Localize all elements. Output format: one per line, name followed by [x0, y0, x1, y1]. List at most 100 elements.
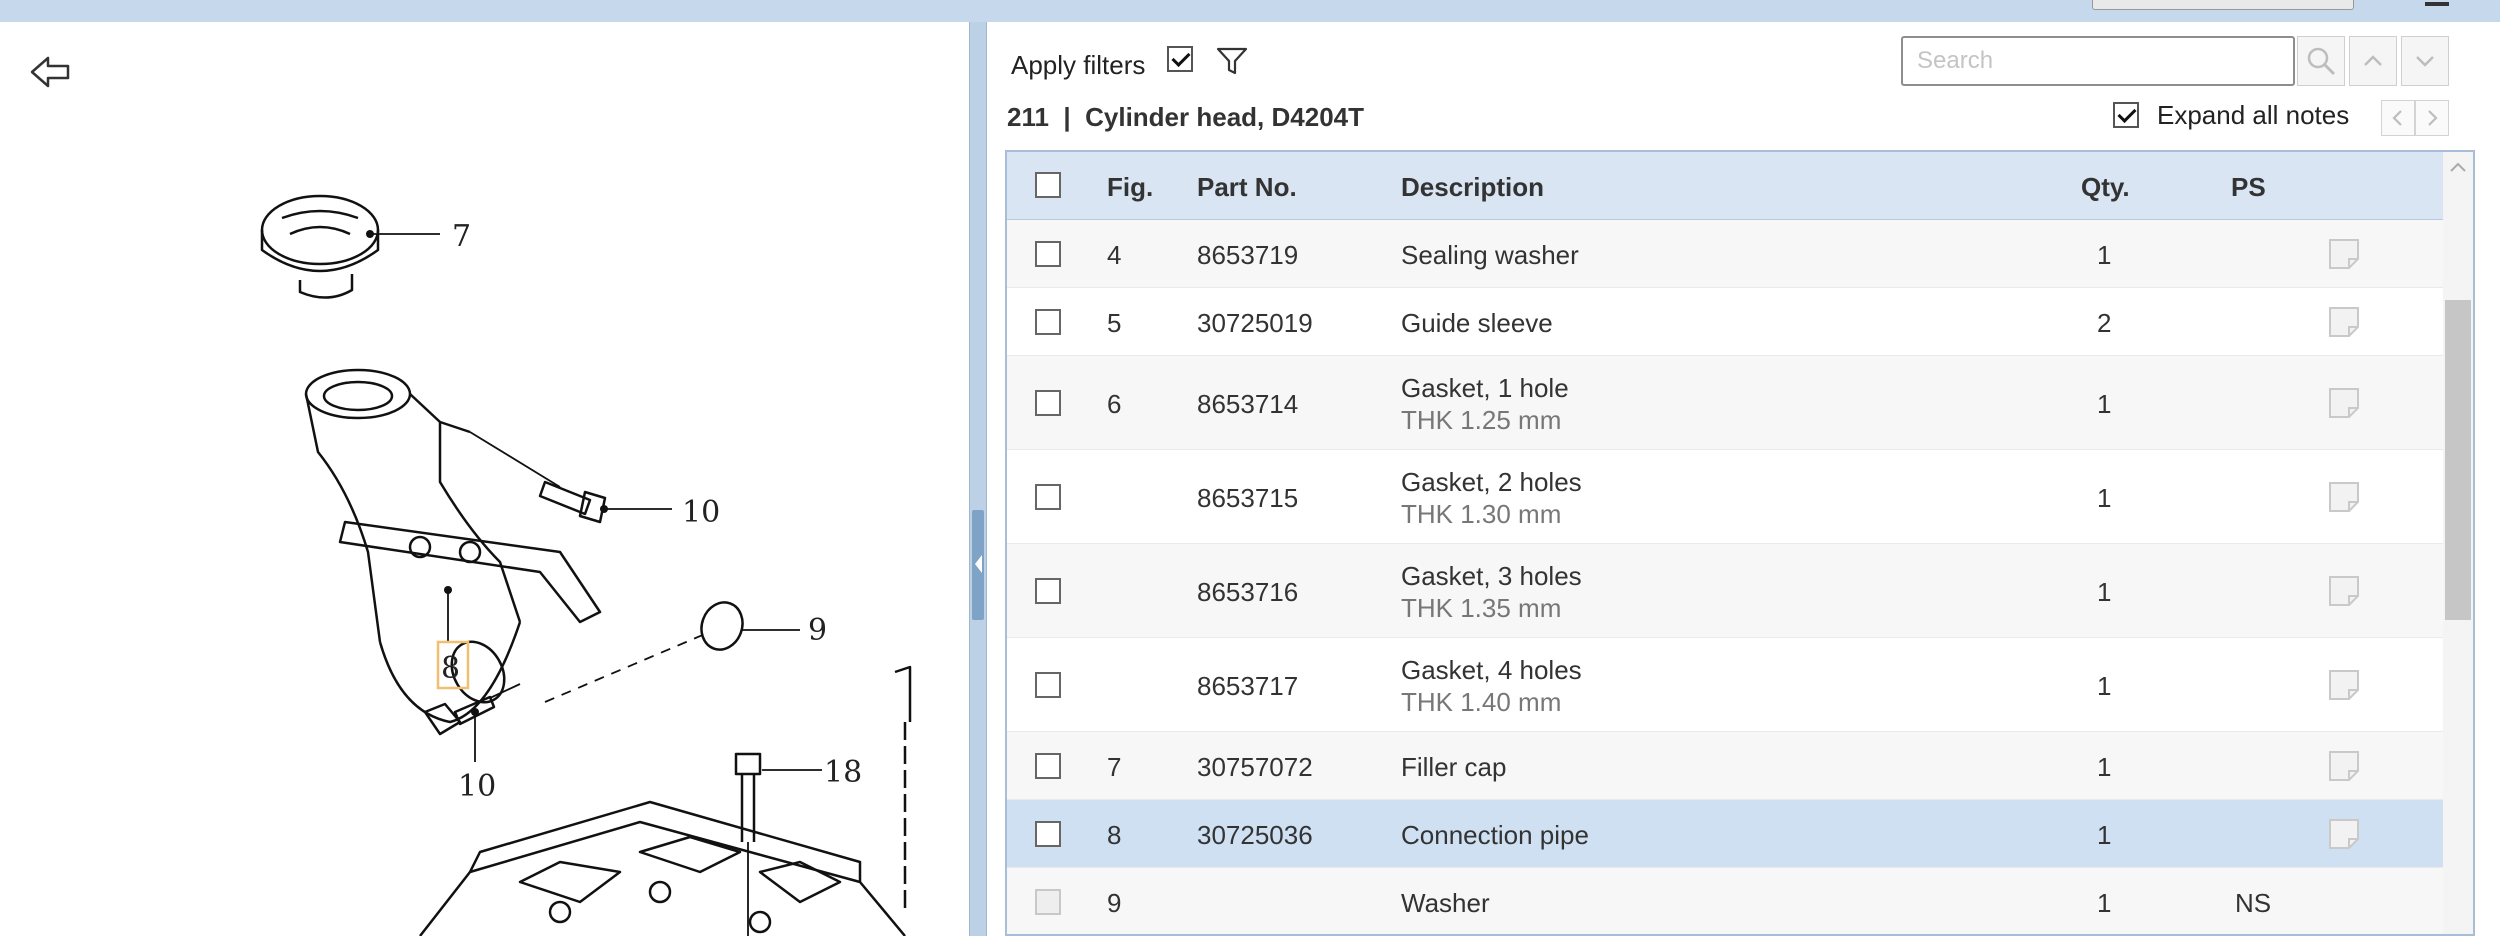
- chevron-left-icon: [2392, 110, 2402, 126]
- table-row[interactable]: 8 30725036 Connection pipe 1: [1007, 800, 2443, 868]
- table-row[interactable]: 8653717 Gasket, 4 holes THK 1.40 mm 1: [1007, 638, 2443, 732]
- cell-part-no: 30725019: [1197, 308, 1313, 338]
- previous-result-button[interactable]: [2349, 36, 2397, 86]
- diagram-pane: 7 10 9 8 10 18: [0, 22, 970, 936]
- cell-description-note: THK 1.35 mm: [1401, 593, 1562, 623]
- select-all-checkbox[interactable]: [1035, 172, 1061, 198]
- cell-qty: 1: [2097, 671, 2112, 701]
- search-button[interactable]: [2297, 36, 2345, 86]
- row-checkbox[interactable]: [1035, 821, 1061, 847]
- previous-note-button[interactable]: [2381, 100, 2415, 136]
- row-checkbox[interactable]: [1035, 241, 1061, 267]
- column-header-fig[interactable]: Fig.: [1107, 172, 1153, 203]
- collapse-left-icon[interactable]: [975, 555, 982, 573]
- row-checkbox[interactable]: [1035, 390, 1061, 416]
- callout-label: 7: [452, 219, 471, 254]
- cell-qty: 1: [2097, 577, 2112, 607]
- cell-description: Sealing washer: [1401, 240, 1579, 270]
- bolt-drawing-upper: [469, 431, 607, 524]
- cell-qty: 2: [2097, 308, 2112, 338]
- note-icon[interactable]: [2327, 574, 2361, 608]
- cell-description: Gasket, 3 holes: [1401, 561, 1582, 591]
- filter-icon[interactable]: [1215, 44, 1249, 78]
- next-note-button[interactable]: [2415, 100, 2449, 136]
- cell-description: Gasket, 4 holes: [1401, 655, 1582, 685]
- apply-filters-checkbox[interactable]: [1167, 46, 1193, 72]
- cell-fig: 8: [1107, 820, 1122, 850]
- cell-fig: 9: [1107, 888, 1122, 918]
- row-checkbox[interactable]: [1035, 309, 1061, 335]
- column-header-ps[interactable]: PS: [2231, 172, 2266, 203]
- cell-description: Connection pipe: [1401, 820, 1589, 850]
- note-icon[interactable]: [2327, 480, 2361, 514]
- cell-qty: 1: [2097, 389, 2112, 419]
- scroll-up-button[interactable]: [2443, 152, 2473, 182]
- exploded-parts-diagram: 7 10 9 8 10 18: [260, 194, 912, 936]
- note-icon[interactable]: [2327, 817, 2361, 851]
- expand-all-notes-label: Expand all notes: [2157, 100, 2350, 130]
- filler-cap-drawing: [260, 194, 380, 299]
- cell-qty: 1: [2097, 888, 2112, 918]
- note-icon[interactable]: [2327, 668, 2361, 702]
- cell-part-no: 30757072: [1197, 752, 1313, 782]
- chevron-right-icon: [2428, 110, 2438, 126]
- pane-splitter[interactable]: [970, 22, 986, 936]
- cell-part-no: 30725036: [1197, 820, 1313, 850]
- cell-fig: 5: [1107, 308, 1122, 338]
- cell-part-no: 8653716: [1197, 577, 1299, 607]
- search-input[interactable]: [1901, 36, 2295, 86]
- cell-qty: 1: [2097, 752, 2112, 782]
- cell-part-no: 8653715: [1197, 483, 1299, 513]
- table-row[interactable]: 5 30725019 Guide sleeve 2: [1007, 288, 2443, 356]
- table-row[interactable]: 8653716 Gasket, 3 holes THK 1.35 mm 1: [1007, 544, 2443, 638]
- table-row[interactable]: 9 Washer 1 NS: [1007, 868, 2443, 934]
- note-icon[interactable]: [2327, 237, 2361, 271]
- note-icon[interactable]: [2327, 749, 2361, 783]
- cell-ps: NS: [2235, 888, 2272, 918]
- column-header-qty[interactable]: Qty.: [2081, 172, 2130, 203]
- cell-qty: 1: [2097, 240, 2112, 270]
- column-header-description[interactable]: Description: [1401, 172, 1544, 203]
- top-dropdown[interactable]: [2092, 0, 2354, 10]
- table-row[interactable]: 6 8653714 Gasket, 1 hole THK 1.25 mm 1: [1007, 356, 2443, 450]
- cell-qty: 1: [2097, 820, 2112, 850]
- scrollbar-thumb[interactable]: [2445, 300, 2471, 620]
- cell-fig: 6: [1107, 389, 1122, 419]
- washer-drawing: [700, 601, 744, 651]
- apply-filters-label: Apply filters: [1011, 50, 1146, 80]
- row-checkbox[interactable]: [1035, 889, 1061, 915]
- row-checkbox[interactable]: [1035, 578, 1061, 604]
- next-result-button[interactable]: [2401, 36, 2449, 86]
- cell-fig: 4: [1107, 240, 1122, 270]
- chevron-up-icon: [2450, 162, 2466, 172]
- callout-label: 9: [808, 613, 827, 648]
- parts-table: Fig. Part No. Description Qty. PS 4 86537…: [1005, 150, 2475, 936]
- cell-part-no: 8653717: [1197, 671, 1299, 701]
- table-row[interactable]: 8653715 Gasket, 2 holes THK 1.30 mm 1: [1007, 450, 2443, 544]
- table-scrollbar[interactable]: [2443, 152, 2473, 934]
- callout-label: 18: [824, 755, 862, 790]
- cell-description-note: THK 1.30 mm: [1401, 499, 1562, 529]
- cell-description-note: THK 1.40 mm: [1401, 687, 1562, 717]
- row-checkbox[interactable]: [1035, 753, 1061, 779]
- row-checkbox[interactable]: [1035, 672, 1061, 698]
- note-icon[interactable]: [2327, 386, 2361, 420]
- cell-description: Guide sleeve: [1401, 308, 1553, 338]
- cell-qty: 1: [2097, 483, 2112, 513]
- expand-all-notes-checkbox[interactable]: [2113, 102, 2139, 128]
- magnifier-icon: [2307, 47, 2336, 76]
- table-row[interactable]: 4 8653719 Sealing washer 1: [1007, 220, 2443, 288]
- section-title: 211 | Cylinder head, D4204T: [1007, 102, 1364, 132]
- note-icon[interactable]: [2327, 305, 2361, 339]
- cell-description: Filler cap: [1401, 752, 1507, 782]
- column-header-part-no[interactable]: Part No.: [1197, 172, 1297, 203]
- table-row[interactable]: 7 30757072 Filler cap 1: [1007, 732, 2443, 800]
- row-checkbox[interactable]: [1035, 484, 1061, 510]
- cell-part-no: 8653719: [1197, 240, 1299, 270]
- callout-label: 10: [458, 769, 496, 804]
- cell-description: Washer: [1401, 888, 1490, 918]
- chevron-down-icon: [2416, 56, 2434, 67]
- cell-description: Gasket, 1 hole: [1401, 373, 1569, 403]
- minimize-icon[interactable]: [2425, 2, 2449, 6]
- table-header: Fig. Part No. Description Qty. PS: [1007, 152, 2443, 220]
